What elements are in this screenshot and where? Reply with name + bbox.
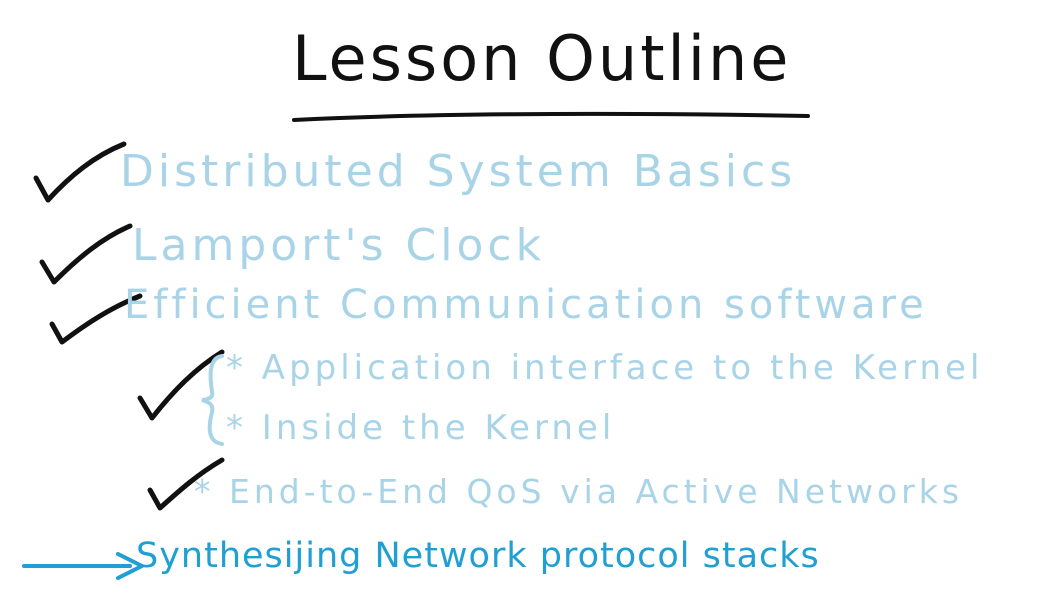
page-title: Lesson Outline <box>292 22 792 95</box>
outline-item-lamport-clock: Lamport's Clock <box>132 220 546 271</box>
checkmark-icon <box>39 223 133 285</box>
outline-subitem-application-interface: * Application interface to the Kernel <box>226 348 984 388</box>
outline-item-communication-software: Efficient Communication software <box>124 282 928 328</box>
outline-item-distributed-systems: Distributed System Basics <box>120 146 797 197</box>
lesson-outline-slide: Lesson Outline Distributed System Basics… <box>0 0 1064 593</box>
brace-icon <box>201 354 224 446</box>
checkmark-icon <box>33 141 127 203</box>
title-underline <box>292 111 810 122</box>
outline-item-current-topic: Synthesijing Network protocol stacks <box>136 536 820 576</box>
outline-subitem-qos-active-networks: * End-to-End QoS via Active Networks <box>194 472 964 511</box>
arrow-right-icon <box>22 552 144 580</box>
outline-subitem-inside-kernel: * Inside the Kernel <box>226 408 616 448</box>
